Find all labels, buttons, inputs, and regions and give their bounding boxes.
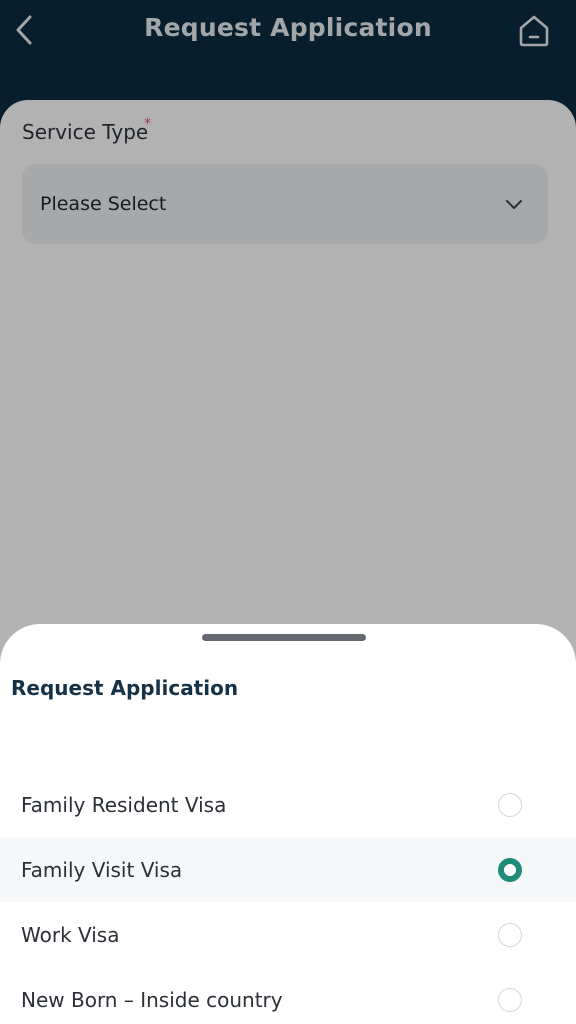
app-screen: Request Application Service Type * Pleas… xyxy=(0,0,576,1024)
sheet-title: Request Application xyxy=(11,676,239,700)
radio-button[interactable] xyxy=(498,792,522,817)
radio-button[interactable] xyxy=(498,922,522,947)
bottom-sheet: Request Application Family Resident Visa… xyxy=(0,624,576,1024)
radio-button[interactable] xyxy=(498,987,522,1012)
options-list: Family Resident Visa Family Visit Visa W… xyxy=(0,772,576,1024)
option-family-visit-visa[interactable]: Family Visit Visa xyxy=(0,837,576,902)
radio-button[interactable] xyxy=(498,857,522,882)
option-label: New Born – Inside country xyxy=(21,987,283,1012)
option-label: Family Visit Visa xyxy=(21,857,183,882)
option-new-born-inside-country[interactable]: New Born – Inside country xyxy=(0,967,576,1024)
option-work-visa[interactable]: Work Visa xyxy=(0,902,576,967)
option-label: Family Resident Visa xyxy=(21,792,227,817)
option-family-resident-visa[interactable]: Family Resident Visa xyxy=(0,772,576,837)
option-label: Work Visa xyxy=(21,922,120,947)
sheet-drag-handle[interactable] xyxy=(202,634,366,641)
